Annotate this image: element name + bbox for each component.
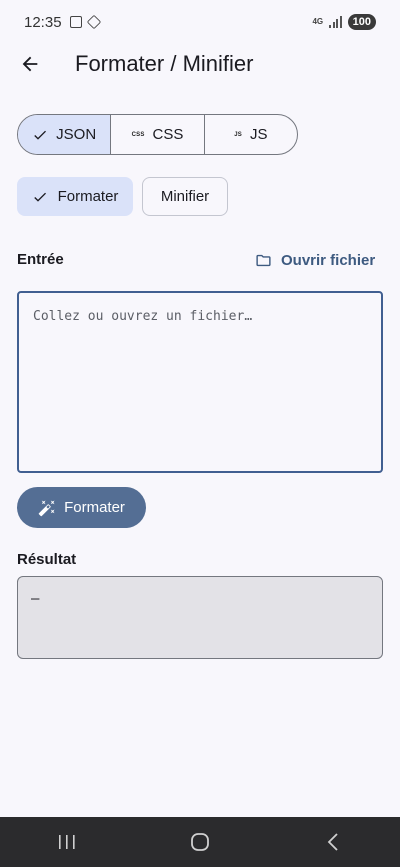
- signal-icon: [329, 16, 342, 28]
- check-icon: [34, 130, 47, 140]
- back-button[interactable]: [10, 44, 50, 84]
- result-value: —: [31, 591, 40, 607]
- network-type: 4G: [312, 17, 324, 26]
- status-bar: 12:35 4G 100: [0, 0, 400, 44]
- arrow-back-icon: [22, 56, 38, 72]
- status-time: 12:35: [24, 13, 62, 31]
- magic-wand-icon: [38, 500, 55, 516]
- format-action-button[interactable]: Formater: [17, 487, 146, 528]
- minify-mode-label: Minifier: [160, 188, 210, 205]
- page-title: Formater / Minifier: [75, 51, 254, 76]
- segment-js-label: JS: [249, 126, 268, 143]
- home-button[interactable]: [170, 822, 230, 862]
- js-file-icon: JS: [234, 131, 242, 138]
- back-nav-button[interactable]: [303, 822, 363, 862]
- segment-json[interactable]: JSON: [18, 115, 112, 154]
- format-mode-label: Formater: [57, 188, 119, 205]
- segment-json-label: JSON: [56, 126, 97, 143]
- input-label: Entrée: [17, 251, 64, 268]
- code-input[interactable]: [17, 291, 383, 473]
- format-mode-chip[interactable]: Formater: [17, 177, 133, 216]
- segment-css-label: CSS: [152, 126, 184, 143]
- system-navigation-bar: [0, 817, 400, 867]
- status-system-icons: 4G 100: [312, 14, 376, 30]
- segment-js[interactable]: JS JS: [205, 115, 297, 154]
- css-file-icon: CSS: [131, 131, 145, 138]
- nav-diamond-icon: [86, 14, 101, 30]
- folder-icon: [256, 254, 271, 266]
- language-segmented-button: JSON CSS CSS JS JS: [17, 114, 298, 155]
- screenshot-icon: [69, 16, 82, 28]
- minify-mode-chip[interactable]: Minifier: [142, 177, 228, 216]
- recent-apps-icon: [58, 835, 75, 849]
- check-icon: [33, 192, 46, 202]
- result-label: Résultat: [17, 551, 77, 568]
- top-app-bar: Formater / Minifier: [0, 40, 400, 88]
- home-icon: [191, 833, 209, 851]
- status-notification-icons: [69, 14, 101, 30]
- segment-css[interactable]: CSS CSS: [111, 115, 205, 154]
- format-action-label: Formater: [64, 499, 125, 516]
- chevron-left-icon: [328, 833, 338, 851]
- open-file-button[interactable]: Ouvrir fichier: [255, 249, 375, 271]
- battery-indicator: 100: [347, 14, 376, 30]
- result-output[interactable]: —: [17, 576, 383, 659]
- open-file-label: Ouvrir fichier: [281, 251, 376, 269]
- recent-apps-button[interactable]: [37, 822, 97, 862]
